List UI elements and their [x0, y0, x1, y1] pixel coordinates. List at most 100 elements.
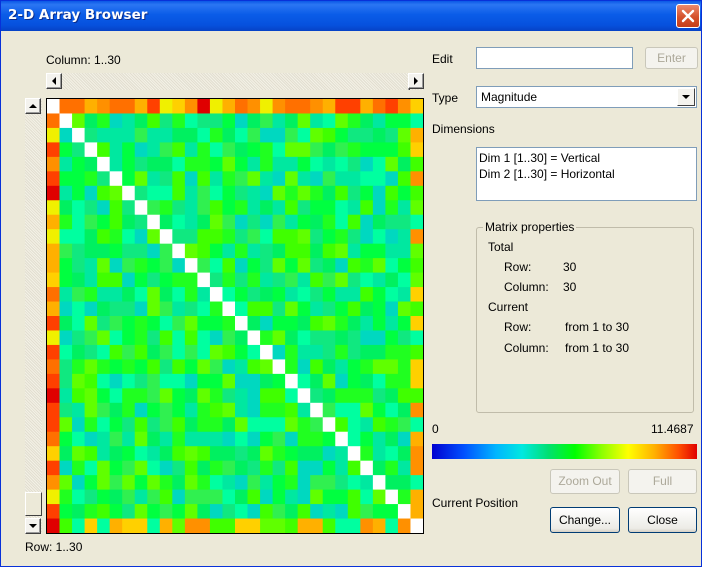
matrix-cell[interactable] [347, 344, 361, 360]
matrix-cell[interactable] [59, 388, 73, 404]
matrix-cell[interactable] [285, 446, 299, 462]
matrix-cell[interactable] [222, 185, 236, 201]
matrix-cell[interactable] [285, 431, 299, 447]
matrix-cell[interactable] [47, 243, 61, 259]
matrix-cell[interactable] [109, 446, 123, 462]
matrix-cell[interactable] [172, 402, 186, 418]
matrix-cell[interactable] [285, 272, 299, 288]
matrix-cell[interactable] [84, 489, 98, 505]
matrix-cell[interactable] [347, 243, 361, 259]
matrix-cell[interactable] [184, 142, 198, 158]
matrix-cell[interactable] [209, 417, 223, 433]
matrix-cell[interactable] [97, 504, 111, 520]
matrix-cell[interactable] [209, 475, 223, 491]
matrix-cell[interactable] [397, 446, 411, 462]
matrix-cell[interactable] [197, 200, 211, 216]
matrix-cell[interactable] [134, 185, 148, 201]
matrix-cell[interactable] [134, 287, 148, 303]
matrix-cell[interactable] [335, 373, 349, 389]
matrix-cell[interactable] [360, 431, 374, 447]
matrix-cell[interactable] [310, 214, 324, 230]
matrix-cell[interactable] [109, 287, 123, 303]
matrix-cell[interactable] [347, 489, 361, 505]
matrix-cell[interactable] [310, 171, 324, 187]
matrix-cell[interactable] [235, 200, 249, 216]
matrix-cell[interactable] [235, 359, 249, 375]
matrix-cell[interactable] [147, 504, 161, 520]
matrix-cell[interactable] [159, 417, 173, 433]
matrix-cell[interactable] [109, 301, 123, 317]
matrix-cell[interactable] [385, 489, 399, 505]
matrix-cell[interactable] [147, 417, 161, 433]
matrix-cell[interactable] [97, 359, 111, 375]
matrix-cell[interactable] [335, 156, 349, 172]
matrix-cell[interactable] [159, 272, 173, 288]
matrix-cell[interactable] [109, 388, 123, 404]
matrix-cell[interactable] [360, 417, 374, 433]
matrix-cell[interactable] [122, 214, 136, 230]
matrix-cell[interactable] [347, 171, 361, 187]
matrix-cell[interactable] [197, 99, 211, 114]
matrix-cell[interactable] [247, 287, 261, 303]
matrix-cell[interactable] [385, 373, 399, 389]
matrix-cell[interactable] [134, 272, 148, 288]
matrix-cell[interactable] [360, 214, 374, 230]
matrix-cell[interactable] [122, 431, 136, 447]
matrix-cell[interactable] [222, 504, 236, 520]
type-select[interactable]: Magnitude [476, 86, 697, 108]
matrix-cell[interactable] [172, 489, 186, 505]
matrix-cell[interactable] [397, 504, 411, 520]
matrix-cell[interactable] [97, 156, 111, 172]
matrix-cell[interactable] [322, 185, 336, 201]
matrix-cell[interactable] [260, 460, 274, 476]
matrix-cell[interactable] [172, 475, 186, 491]
matrix-cell[interactable] [285, 127, 299, 143]
matrix-cell[interactable] [272, 156, 286, 172]
matrix-cell[interactable] [47, 489, 61, 505]
matrix-cell[interactable] [322, 344, 336, 360]
matrix-cell[interactable] [222, 229, 236, 245]
matrix-cell[interactable] [347, 142, 361, 158]
matrix-cell[interactable] [310, 489, 324, 505]
matrix-cell[interactable] [360, 258, 374, 274]
matrix-cell[interactable] [285, 388, 299, 404]
matrix-cell[interactable] [59, 446, 73, 462]
matrix-cell[interactable] [184, 316, 198, 331]
matrix-cell[interactable] [322, 127, 336, 143]
matrix-cell[interactable] [222, 214, 236, 230]
matrix-cell[interactable] [59, 460, 73, 476]
matrix-cell[interactable] [109, 272, 123, 288]
matrix-cell[interactable] [347, 258, 361, 274]
matrix-cell[interactable] [385, 99, 399, 114]
matrix-cell[interactable] [59, 287, 73, 303]
matrix-cell[interactable] [184, 373, 198, 389]
v-scroll-thumb[interactable] [25, 492, 42, 516]
matrix-cell[interactable] [209, 287, 223, 303]
matrix-cell[interactable] [59, 113, 73, 129]
matrix-cell[interactable] [159, 316, 173, 331]
matrix-cell[interactable] [297, 475, 311, 491]
matrix-cell[interactable] [209, 113, 223, 129]
matrix-cell[interactable] [247, 229, 261, 245]
matrix-cell[interactable] [59, 402, 73, 418]
matrix-cell[interactable] [109, 417, 123, 433]
matrix-cell[interactable] [84, 402, 98, 418]
matrix-cell[interactable] [47, 214, 61, 230]
matrix-cell[interactable] [184, 156, 198, 172]
matrix-cell[interactable] [97, 373, 111, 389]
matrix-cell[interactable] [109, 142, 123, 158]
matrix-cell[interactable] [209, 489, 223, 505]
matrix-cell[interactable] [172, 446, 186, 462]
dimension-item-1[interactable]: Dim 1 [1..30] = Vertical [479, 151, 600, 165]
matrix-cell[interactable] [72, 171, 86, 187]
matrix-cell[interactable] [222, 475, 236, 491]
matrix-cell[interactable] [197, 417, 211, 433]
matrix-cell[interactable] [222, 316, 236, 331]
matrix-cell[interactable] [172, 518, 186, 534]
matrix-cell[interactable] [47, 258, 61, 274]
matrix-cell[interactable] [59, 344, 73, 360]
matrix-cell[interactable] [272, 99, 286, 114]
matrix-cell[interactable] [385, 518, 399, 534]
matrix-cell[interactable] [159, 431, 173, 447]
matrix-cell[interactable] [222, 373, 236, 389]
